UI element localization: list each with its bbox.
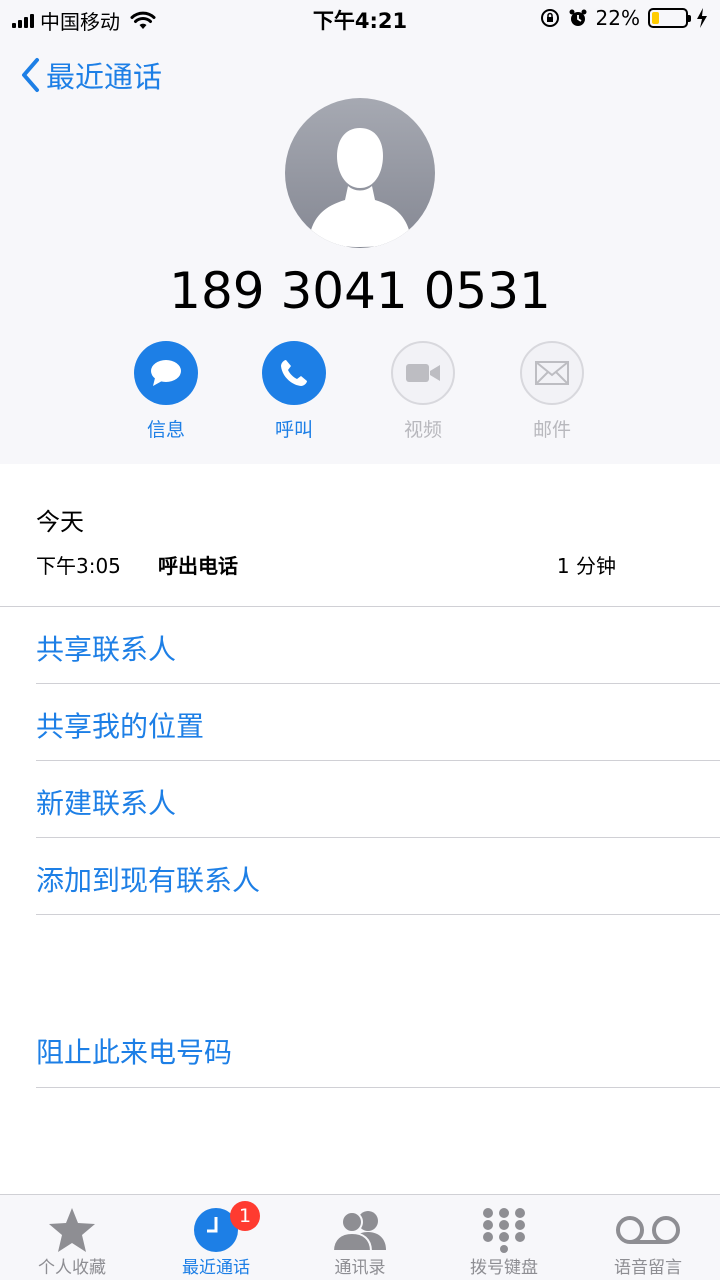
status-bar: 中国移动 下午4:21 22%: [0, 0, 720, 36]
divider: [0, 606, 720, 607]
call-label: 呼叫: [274, 419, 313, 441]
call-time: 下午3:05: [36, 554, 121, 578]
video-action: 视频: [363, 341, 483, 442]
back-button[interactable]: 最近通话: [20, 54, 162, 96]
back-label: 最近通话: [46, 60, 163, 94]
tab-label: 拨号键盘: [470, 1258, 538, 1278]
tab-favorites[interactable]: 个人收藏: [0, 1195, 144, 1280]
chat-bubble-icon: [151, 360, 181, 386]
divider: [36, 683, 720, 684]
recents-badge: 1: [230, 1201, 260, 1231]
charging-bolt-icon: [697, 8, 707, 28]
message-action[interactable]: 信息: [106, 341, 226, 442]
new-contact-link[interactable]: 新建联系人: [36, 782, 176, 822]
call-duration: 1 分钟: [556, 554, 616, 578]
star-icon: [49, 1208, 95, 1252]
alarm-icon: [569, 9, 587, 26]
rotation-lock-icon: [540, 9, 559, 27]
chevron-left-icon: [22, 58, 39, 92]
keypad-icon: [483, 1208, 525, 1253]
tab-label: 个人收藏: [38, 1258, 106, 1278]
message-label: 信息: [146, 419, 185, 441]
contact-header: 最近通话 189 3041 0531 信息 呼叫 视频 邮件: [0, 36, 720, 464]
status-right: 22%: [540, 6, 708, 30]
mail-button: [520, 341, 584, 405]
video-camera-icon: [406, 364, 440, 382]
avatar: [285, 98, 435, 248]
tab-contacts[interactable]: 通讯录: [288, 1195, 432, 1280]
tab-recents[interactable]: 1 最近通话: [144, 1195, 288, 1280]
share-location-link[interactable]: 共享我的位置: [36, 705, 204, 745]
tab-bar: 个人收藏 1 最近通话 通讯录 拨号键盘 语音留言: [0, 1194, 720, 1280]
tab-label: 通讯录: [334, 1258, 386, 1278]
battery-percent: 22%: [595, 6, 640, 30]
call-button[interactable]: [262, 341, 326, 405]
battery-icon: [648, 8, 691, 28]
contacts-icon: [331, 1211, 386, 1252]
block-caller-link[interactable]: 阻止此来电号码: [36, 1031, 232, 1071]
video-label: 视频: [403, 419, 442, 441]
voicemail-icon: [616, 1216, 680, 1244]
divider: [36, 837, 720, 838]
call-action[interactable]: 呼叫: [234, 341, 354, 442]
divider: [36, 914, 720, 915]
tab-keypad[interactable]: 拨号键盘: [432, 1195, 576, 1280]
divider: [36, 760, 720, 761]
phone-handset-icon: [281, 360, 307, 386]
tab-label: 最近通话: [182, 1258, 250, 1278]
mail-action: 邮件: [492, 341, 612, 442]
history-day: 今天: [36, 508, 84, 536]
add-to-existing-link[interactable]: 添加到现有联系人: [36, 859, 260, 899]
tab-voicemail[interactable]: 语音留言: [576, 1195, 720, 1280]
phone-number: 189 3041 0531: [169, 262, 551, 320]
call-type: 呼出电话: [158, 554, 238, 578]
envelope-icon: [535, 361, 569, 385]
person-silhouette-icon: [309, 128, 411, 247]
mail-label: 邮件: [532, 419, 571, 441]
share-contact-link[interactable]: 共享联系人: [36, 628, 176, 668]
message-button[interactable]: [134, 341, 198, 405]
tab-label: 语音留言: [614, 1258, 682, 1278]
video-button: [391, 341, 455, 405]
divider: [36, 1087, 720, 1088]
